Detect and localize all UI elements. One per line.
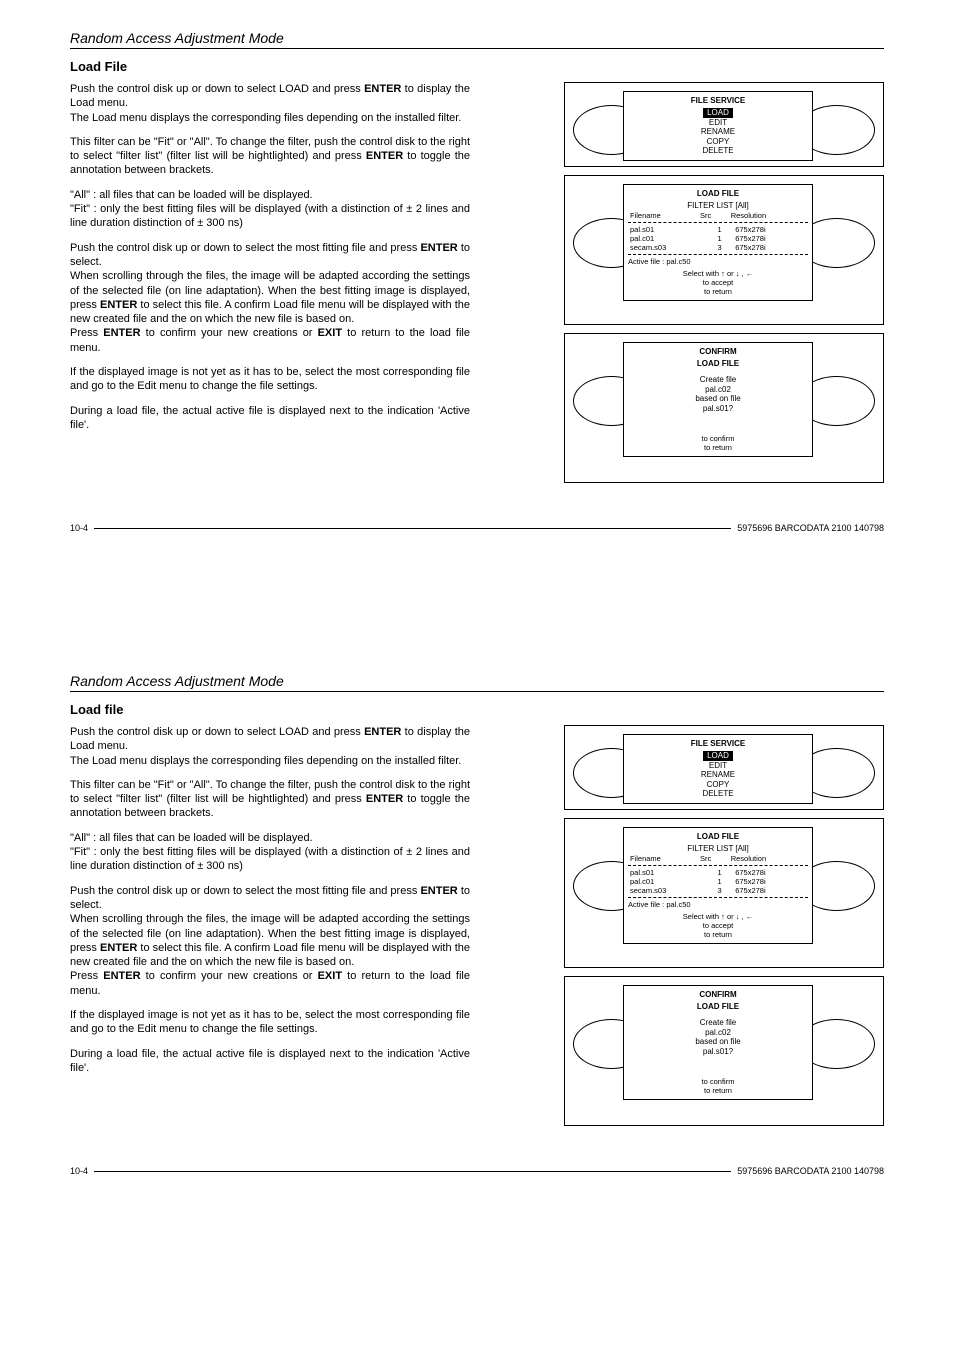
table-cell: secam.s03 [628,886,715,895]
diagram-file-service: FILE SERVICE LOADEDITRENAMECOPYDELETE [564,725,884,810]
table-cell: pal.c01 [628,234,715,243]
paragraph: Push the control disk up or down to sele… [70,725,470,768]
filter-label: FILTER LIST [All] [628,201,808,211]
paragraph: Push the control disk up or down to sele… [70,884,470,998]
menu-item: LOAD [703,751,733,761]
table-cell: 675x278i [733,868,808,877]
page: Random Access Adjustment Mode Load file … [0,643,954,1206]
confirm-line: Create file [628,1018,808,1028]
table-cell: 1 [715,877,733,886]
paragraph: Push the control disk up or down to sele… [70,82,470,125]
menu-title: FILE SERVICE [628,739,808,748]
hint-line: to return [628,930,808,939]
menu-item: DELETE [702,146,733,155]
paragraph: "All" : all files that can be loaded wil… [70,831,470,874]
diagram-load-file: LOAD FILE FILTER LIST [All] FilenameSrcR… [564,175,884,325]
diagram-column: FILE SERVICE LOADEDITRENAMECOPYDELETE LOA… [490,725,884,1126]
menu-item: RENAME [701,770,735,779]
menu-title: LOAD FILE [628,1002,808,1011]
menu-item: DELETE [702,789,733,798]
menu-title: LOAD FILE [628,189,808,198]
file-table: FilenameSrcResolution [628,854,808,863]
heading: Load File [70,59,884,74]
paragraph: During a load file, the actual active fi… [70,1047,470,1076]
body-text: Push the control disk up or down to sele… [70,82,470,483]
hint-line: to confirm [628,1077,808,1086]
footer-left: 10-4 [70,1166,88,1176]
paragraph: Push the control disk up or down to sele… [70,241,470,355]
table-cell: 1 [715,225,733,234]
hint-line: to accept [628,278,808,287]
page-footer: 10-4 5975696 BARCODATA 2100 140798 [70,523,884,533]
menu-item: EDIT [709,761,727,770]
paragraph: This filter can be "Fit" or "All". To ch… [70,135,470,178]
table-cell: 3 [715,886,733,895]
confirm-line: based on file [628,394,808,404]
confirm-line: based on file [628,1037,808,1047]
page-footer: 10-4 5975696 BARCODATA 2100 140798 [70,1166,884,1176]
table-cell: pal.s01 [628,868,715,877]
menu-item: EDIT [709,118,727,127]
section-title: Random Access Adjustment Mode [70,673,884,692]
diagram-column: FILE SERVICE LOADEDITRENAMECOPYDELETE LOA… [490,82,884,483]
confirm-line: pal.s01? [628,1047,808,1057]
table-cell: 1 [715,234,733,243]
menu-title: FILE SERVICE [628,96,808,105]
menu-item: COPY [707,780,730,789]
active-file-label: Active file : pal.c50 [628,257,808,266]
confirm-line: pal.c02 [628,1028,808,1038]
menu-title: LOAD FILE [628,832,808,841]
footer-right: 5975696 BARCODATA 2100 140798 [737,1166,884,1176]
table-cell: secam.s03 [628,243,715,252]
menu-item: RENAME [701,127,735,136]
table-cell: 3 [715,243,733,252]
table-cell: 675x278i [733,243,808,252]
hint-line: to return [628,443,808,452]
table-cell: 675x278i [733,225,808,234]
page: Random Access Adjustment Mode Load File … [0,0,954,563]
section-title: Random Access Adjustment Mode [70,30,884,49]
hint-line: Select with ↑ or ↓ , ← [628,269,808,278]
menu-item: LOAD [703,108,733,118]
diagram-confirm: CONFIRM LOAD FILE Create filepal.c02base… [564,976,884,1126]
table-cell: 1 [715,868,733,877]
diagram-file-service: FILE SERVICE LOADEDITRENAMECOPYDELETE [564,82,884,167]
footer-right: 5975696 BARCODATA 2100 140798 [737,523,884,533]
heading: Load file [70,702,884,717]
paragraph: If the displayed image is not yet as it … [70,365,470,394]
confirm-line: pal.s01? [628,404,808,414]
menu-title: CONFIRM [628,347,808,356]
hint-line: to return [628,1086,808,1095]
active-file-label: Active file : pal.c50 [628,900,808,909]
menu-title: LOAD FILE [628,359,808,368]
hint-line: Select with ↑ or ↓ , ← [628,912,808,921]
footer-left: 10-4 [70,523,88,533]
table-cell: 675x278i [733,234,808,243]
hint-line: to confirm [628,434,808,443]
menu-item: COPY [707,137,730,146]
table-cell: 675x278i [733,886,808,895]
table-cell: pal.c01 [628,877,715,886]
file-table: FilenameSrcResolution [628,211,808,220]
filter-label: FILTER LIST [All] [628,844,808,854]
confirm-line: pal.c02 [628,385,808,395]
diagram-confirm: CONFIRM LOAD FILE Create filepal.c02base… [564,333,884,483]
confirm-line: Create file [628,375,808,385]
body-text: Push the control disk up or down to sele… [70,725,470,1126]
paragraph: If the displayed image is not yet as it … [70,1008,470,1037]
table-cell: pal.s01 [628,225,715,234]
table-cell: 675x278i [733,877,808,886]
hint-line: to accept [628,921,808,930]
paragraph: This filter can be "Fit" or "All". To ch… [70,778,470,821]
hint-line: to return [628,287,808,296]
menu-title: CONFIRM [628,990,808,999]
paragraph: During a load file, the actual active fi… [70,404,470,433]
paragraph: "All" : all files that can be loaded wil… [70,188,470,231]
diagram-load-file: LOAD FILE FILTER LIST [All] FilenameSrcR… [564,818,884,968]
